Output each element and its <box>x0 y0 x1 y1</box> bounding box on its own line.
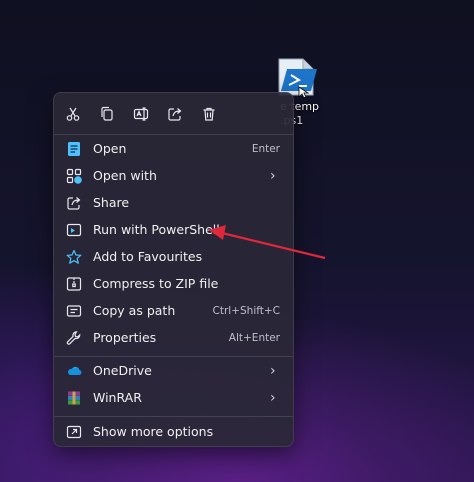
menu-item-properties[interactable]: Properties Alt+Enter <box>54 324 293 351</box>
star-icon <box>65 248 83 266</box>
open-with-icon <box>65 167 83 185</box>
menu-item-open[interactable]: Open Enter <box>54 135 293 162</box>
menu-item-label: Open <box>93 141 127 156</box>
cut-icon <box>66 107 80 121</box>
menu-item-label: Show more options <box>93 424 214 439</box>
wrench-icon <box>65 329 83 347</box>
menu-item-share[interactable]: Share <box>54 189 293 216</box>
menu-item-copy-as-path[interactable]: Copy as path Ctrl+Shift+C <box>54 297 293 324</box>
context-menu-toolbar <box>60 101 260 127</box>
menu-item-label: Run with PowerShell <box>93 222 220 237</box>
menu-item-show-more-options[interactable]: Show more options <box>54 418 293 445</box>
copy-button[interactable] <box>94 101 120 127</box>
delete-button[interactable] <box>196 101 222 127</box>
cut-button[interactable] <box>60 101 86 127</box>
divider <box>54 416 293 417</box>
menu-item-label: Copy as path <box>93 303 176 318</box>
menu-item-winrar[interactable]: WinRAR › <box>54 384 293 411</box>
zip-icon <box>65 275 83 293</box>
powershell-script-icon[interactable] <box>273 57 321 99</box>
menu-item-onedrive[interactable]: OneDrive › <box>54 357 293 384</box>
onedrive-icon <box>65 362 83 380</box>
menu-item-label: Open with <box>93 168 157 183</box>
winrar-icon <box>65 389 83 407</box>
menu-item-label: WinRAR <box>93 390 142 405</box>
show-more-icon <box>65 423 83 441</box>
rename-icon <box>133 107 149 121</box>
shortcut-text: Alt+Enter <box>228 331 280 344</box>
rename-button[interactable] <box>128 101 154 127</box>
menu-item-label: Add to Favourites <box>93 249 203 264</box>
menu-item-add-to-favourites[interactable]: Add to Favourites <box>54 243 293 270</box>
menu-item-open-with[interactable]: Open with › <box>54 162 293 189</box>
menu-item-run-with-powershell[interactable]: Run with PowerShell <box>54 216 293 243</box>
copy-path-icon <box>65 302 83 320</box>
copy-icon <box>101 106 113 121</box>
menu-item-label: Compress to ZIP file <box>93 276 219 291</box>
chevron-right-icon: › <box>270 389 276 406</box>
menu-item-label: Properties <box>93 330 157 345</box>
open-icon <box>65 140 83 158</box>
share-toolbar-button[interactable] <box>162 101 188 127</box>
delete-icon <box>203 107 215 121</box>
chevron-right-icon: › <box>270 167 276 184</box>
shortcut-text: Ctrl+Shift+C <box>212 304 280 317</box>
chevron-right-icon: › <box>270 362 276 379</box>
powershell-icon <box>65 221 83 239</box>
menu-item-label: Share <box>93 195 130 210</box>
shortcut-text: Enter <box>251 142 280 155</box>
share-icon <box>168 108 182 121</box>
menu-item-compress-to-zip[interactable]: Compress to ZIP file <box>54 270 293 297</box>
share-icon <box>65 194 83 212</box>
context-menu: Open Enter Open with › Share Run with Po… <box>53 92 294 447</box>
menu-item-label: OneDrive <box>93 363 152 378</box>
